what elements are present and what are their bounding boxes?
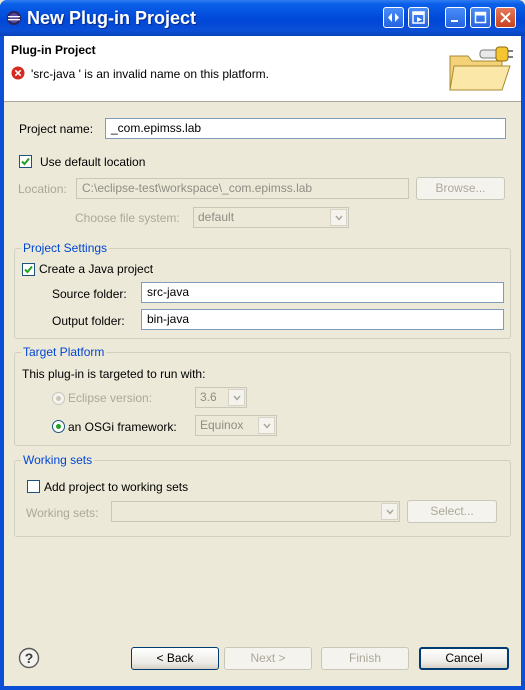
minimize-button[interactable] (445, 7, 466, 28)
chevron-down-icon (263, 423, 271, 429)
page-title: Plug-in Project (11, 43, 96, 57)
dropdown-arrow[interactable] (381, 503, 398, 520)
working-sets-select[interactable] (111, 501, 400, 522)
eclipse-version-select[interactable]: 3.6 (195, 387, 247, 408)
chevron-down-icon (386, 509, 394, 515)
create-java-project-label[interactable]: Create a Java project (39, 262, 153, 276)
chevron-down-icon (233, 395, 241, 401)
add-to-working-sets-checkbox[interactable] (27, 480, 40, 493)
source-folder-input[interactable]: src-java (141, 282, 504, 303)
use-default-location-checkbox[interactable] (19, 155, 32, 168)
wizard-header: Plug-in Project 'src-java ' is an invali… (4, 36, 521, 102)
location-label: Location: (18, 182, 67, 196)
title-bar[interactable]: New Plug-in Project (0, 0, 525, 36)
dialog-window: New Plug-in Project Plug-in Project 'src… (0, 0, 525, 690)
cancel-button[interactable]: Cancel (419, 647, 509, 670)
file-system-select[interactable]: default (193, 207, 349, 228)
close-button[interactable] (495, 7, 516, 28)
error-icon (11, 66, 25, 80)
checkmark-icon (24, 265, 33, 274)
output-folder-label: Output folder: (52, 314, 125, 328)
working-sets-title: Working sets (21, 453, 95, 467)
window-title: New Plug-in Project (27, 8, 197, 28)
use-default-location-label[interactable]: Use default location (40, 155, 145, 169)
working-sets-label: Working sets: (26, 506, 99, 520)
osgi-framework-radio[interactable] (52, 420, 65, 433)
window-menu-button[interactable] (408, 7, 429, 28)
radio-selected-dot (56, 424, 61, 429)
project-settings-title: Project Settings (21, 241, 110, 255)
maximize-icon (474, 11, 487, 24)
maximize-button[interactable] (470, 7, 491, 28)
dropdown-arrow[interactable] (228, 389, 245, 406)
back-button[interactable]: < Back (131, 647, 219, 670)
output-folder-input[interactable]: bin-java (141, 309, 504, 330)
window-icon (412, 11, 425, 24)
svg-text:?: ? (25, 650, 34, 666)
file-system-label: Choose file system: (75, 211, 180, 225)
restore-layout-button[interactable] (383, 7, 404, 28)
dropdown-arrow[interactable] (258, 417, 275, 434)
checkmark-icon (21, 157, 30, 166)
wizard-banner-folder-icon (449, 46, 513, 91)
create-java-project-checkbox[interactable] (22, 263, 35, 276)
dialog-content: Plug-in Project 'src-java ' is an invali… (4, 36, 521, 686)
help-icon[interactable]: ? (18, 647, 40, 669)
file-system-value: default (198, 210, 235, 224)
arrows-icon (388, 13, 399, 22)
error-message: 'src-java ' is an invalid name on this p… (31, 67, 270, 81)
project-name-input[interactable]: _com.epimss.lab (105, 118, 506, 139)
browse-button[interactable]: Browse... (416, 177, 505, 200)
eclipse-version-label[interactable]: Eclipse version: (68, 391, 152, 405)
finish-button[interactable]: Finish (321, 647, 409, 670)
location-input[interactable]: C:\eclipse-test\workspace\_com.epimss.la… (76, 178, 409, 199)
eclipse-version-radio[interactable] (52, 392, 65, 405)
add-to-working-sets-label[interactable]: Add project to working sets (44, 480, 188, 494)
target-platform-intro: This plug-in is targeted to run with: (22, 367, 206, 381)
osgi-framework-value: Equinox (200, 418, 244, 432)
close-icon (500, 12, 511, 23)
chevron-down-icon (335, 215, 343, 221)
eclipse-version-value: 3.6 (200, 390, 217, 404)
eclipse-icon (7, 11, 21, 25)
dropdown-arrow[interactable] (330, 209, 347, 226)
target-platform-title: Target Platform (21, 345, 107, 359)
working-sets-group (14, 460, 511, 537)
osgi-framework-select[interactable]: Equinox (195, 415, 277, 436)
source-folder-label: Source folder: (52, 287, 127, 301)
osgi-framework-label[interactable]: an OSGi framework: (68, 420, 177, 434)
minimize-icon (451, 20, 458, 22)
next-button[interactable]: Next > (224, 647, 312, 670)
project-name-label: Project name: (19, 122, 94, 136)
select-working-sets-button[interactable]: Select... (407, 500, 497, 523)
